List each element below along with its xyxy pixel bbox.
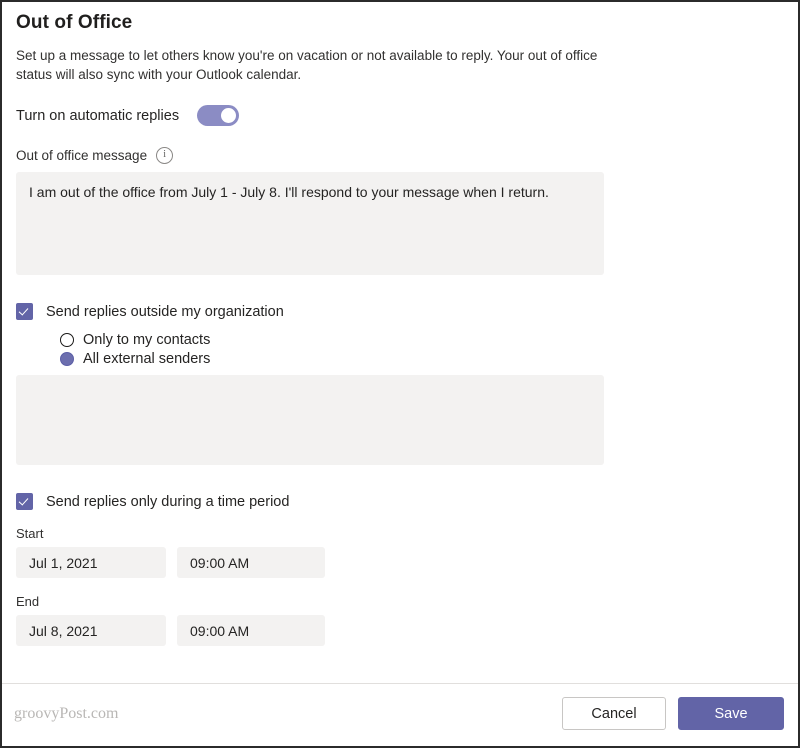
- radio-only-my-contacts-label: Only to my contacts: [83, 332, 211, 348]
- send-replies-time-period-row: Send replies only during a time period: [16, 493, 784, 510]
- radio-only-my-contacts[interactable]: Only to my contacts: [60, 332, 784, 348]
- end-date-input[interactable]: Jul 8, 2021: [16, 615, 166, 646]
- out-of-office-message-value: I am out of the office from July 1 - Jul…: [29, 184, 549, 200]
- automatic-replies-row: Turn on automatic replies: [16, 105, 784, 126]
- external-message-input[interactable]: [16, 375, 604, 465]
- end-label: End: [16, 594, 40, 609]
- end-row: Jul 8, 2021 09:00 AM: [16, 615, 784, 646]
- message-field-label-row: Out of office message i: [16, 147, 784, 164]
- dialog-content: Out of Office Set up a message to let ot…: [2, 2, 798, 646]
- page-title: Out of Office: [16, 12, 133, 33]
- footer-button-group: Cancel Save: [562, 697, 784, 730]
- start-time-input[interactable]: 09:00 AM: [177, 547, 325, 578]
- external-audience-radio-group: Only to my contacts All external senders: [16, 332, 784, 367]
- save-button[interactable]: Save: [678, 697, 784, 730]
- radio-all-external-senders[interactable]: All external senders: [60, 351, 784, 367]
- out-of-office-message-input[interactable]: I am out of the office from July 1 - Jul…: [16, 172, 604, 275]
- send-replies-outside-org-checkbox[interactable]: [16, 303, 33, 320]
- send-replies-time-period-checkbox[interactable]: [16, 493, 33, 510]
- start-date-input[interactable]: Jul 1, 2021: [16, 547, 166, 578]
- end-time-input[interactable]: 09:00 AM: [177, 615, 325, 646]
- automatic-replies-label: Turn on automatic replies: [16, 107, 180, 124]
- send-replies-outside-org-label: Send replies outside my organization: [46, 303, 284, 320]
- out-of-office-dialog: Out of Office Set up a message to let ot…: [0, 0, 800, 748]
- automatic-replies-toggle[interactable]: [197, 105, 240, 126]
- send-replies-outside-org-row: Send replies outside my organization: [16, 303, 784, 320]
- info-icon[interactable]: i: [156, 147, 174, 164]
- dialog-description: Set up a message to let others know you'…: [16, 48, 598, 82]
- watermark: groovyPost.com: [14, 705, 119, 722]
- send-replies-time-period-label: Send replies only during a time period: [46, 493, 290, 510]
- out-of-office-message-label: Out of office message: [16, 148, 148, 163]
- radio-all-external-senders-icon: [60, 352, 74, 366]
- start-row: Jul 1, 2021 09:00 AM: [16, 547, 784, 578]
- toggle-knob-icon: [220, 108, 236, 123]
- dialog-footer: groovyPost.com Cancel Save: [2, 683, 798, 746]
- start-label: Start: [16, 526, 44, 541]
- cancel-button[interactable]: Cancel: [562, 697, 666, 730]
- radio-only-my-contacts-icon: [60, 333, 74, 347]
- radio-all-external-senders-label: All external senders: [83, 351, 211, 367]
